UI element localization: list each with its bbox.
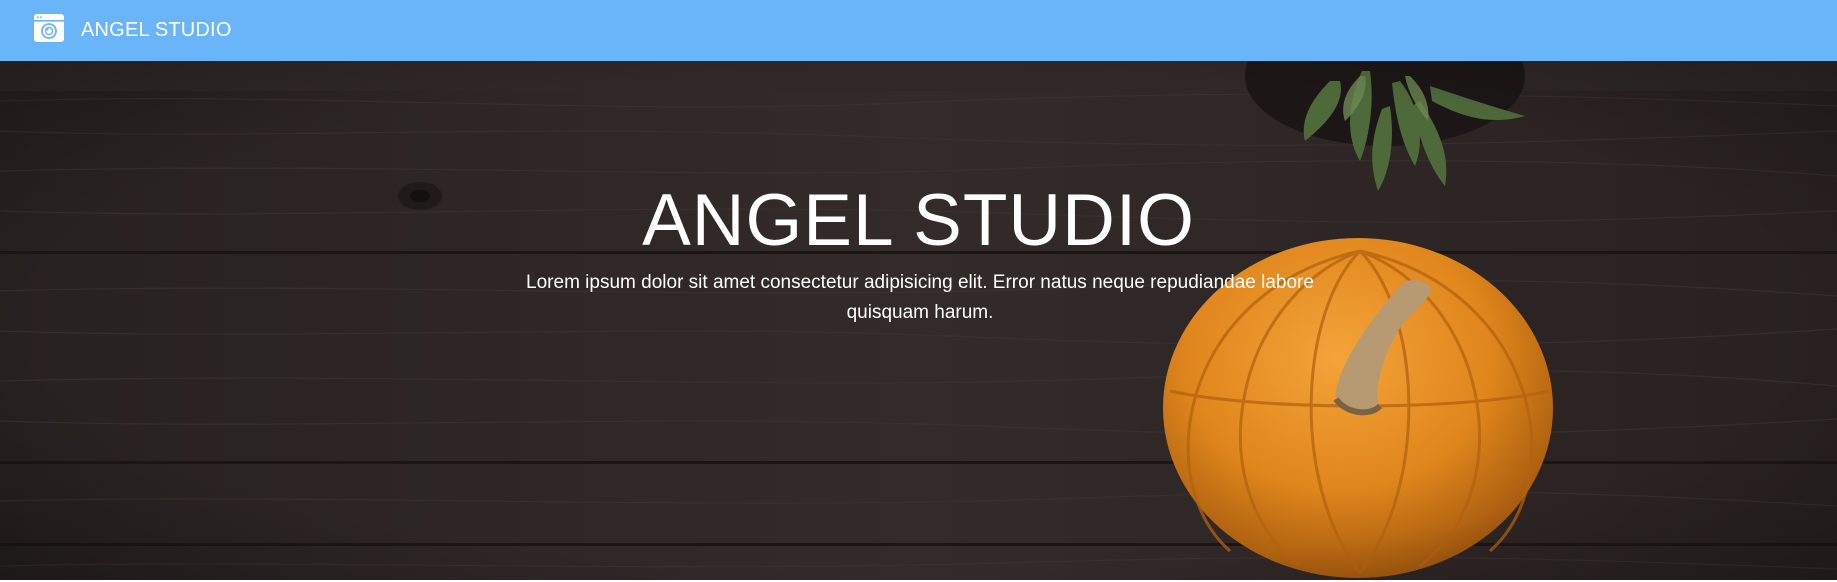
brand-title-link[interactable]: ANGEL STUDIO: [81, 19, 232, 42]
hero-description: Lorem ipsum dolor sit amet consectetur a…: [526, 272, 1314, 323]
camera-window-icon[interactable]: [33, 13, 65, 43]
navbar: ANGEL STUDIO: [0, 0, 1837, 61]
hero-title: ANGEL STUDIO: [642, 180, 1195, 261]
hero-section: ANGEL STUDIO Lorem ipsum dolor sit amet …: [0, 61, 1837, 582]
